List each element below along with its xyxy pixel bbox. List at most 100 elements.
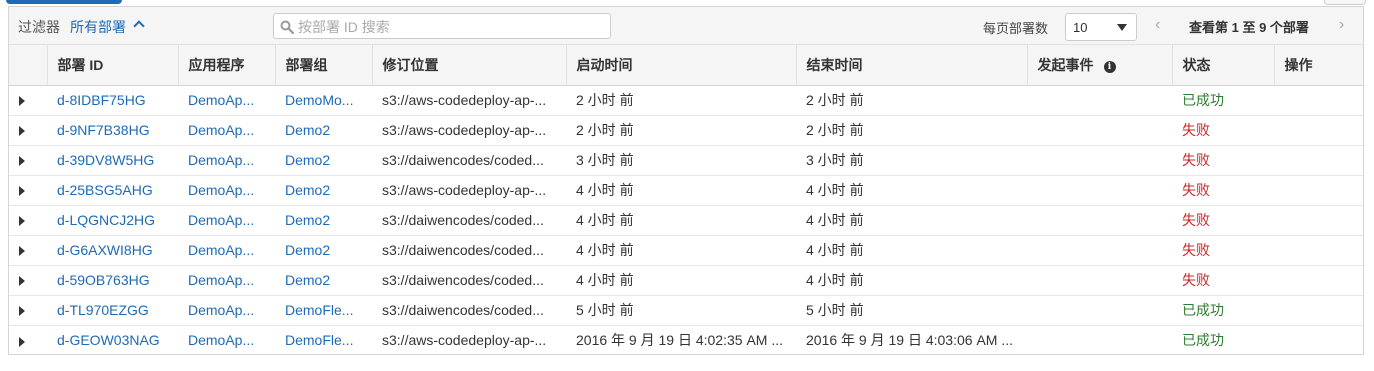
header-deployment-id[interactable]: 部署 ID — [47, 45, 179, 86]
deployment-id-link[interactable]: d-39DV8W5HG — [47, 145, 178, 176]
initiating-event — [1027, 265, 1172, 296]
chevron-up-icon[interactable] — [133, 20, 145, 32]
header-deployment-group[interactable]: 部署组 — [275, 45, 373, 86]
start-time: 5 小时 前 — [566, 295, 796, 326]
end-time: 4 小时 前 — [796, 205, 1027, 236]
revision-location: s3://aws-codedeploy-ap-... — [372, 85, 566, 116]
deployment-id-link[interactable]: d-G6AXWI8HG — [47, 235, 178, 266]
expand-cell[interactable] — [9, 115, 47, 146]
initiating-event — [1027, 175, 1172, 206]
end-time: 2016 年 9 月 19 日 4:03:06 AM ... — [806, 332, 1013, 349]
deployments-panel: 过滤器 所有部署 每页部署数 10 ‹ 查看第 1 至 9 个部署 › — [8, 6, 1364, 355]
info-icon[interactable]: i — [1103, 60, 1116, 73]
deployment-id-link[interactable]: d-8IDBF75HG — [47, 85, 178, 116]
application-link[interactable]: DemoAp... — [178, 205, 275, 236]
expand-cell[interactable] — [9, 205, 47, 236]
application-link[interactable]: DemoAp... — [178, 235, 275, 266]
status-badge: 已成功 — [1172, 85, 1274, 116]
deployment-group-link[interactable]: Demo2 — [275, 145, 372, 176]
deployment-group-link[interactable]: DemoFle... — [275, 325, 372, 355]
per-page-select[interactable]: 10 — [1065, 13, 1137, 41]
active-tab-indicator[interactable] — [6, 0, 122, 4]
application-link[interactable]: DemoAp... — [178, 175, 275, 206]
application-link[interactable]: DemoAp... — [178, 295, 275, 326]
expand-arrow-icon[interactable] — [19, 246, 25, 257]
deployment-group-link[interactable]: DemoFle... — [275, 295, 372, 326]
deployment-group-link[interactable]: Demo2 — [275, 175, 372, 206]
header-application[interactable]: 应用程序 — [178, 45, 276, 86]
search-input[interactable] — [296, 15, 610, 39]
expand-cell[interactable] — [9, 235, 47, 266]
header-initiating-event-label: 发起事件 — [1037, 56, 1094, 73]
header-end-time[interactable]: 结束时间 — [796, 45, 1028, 86]
per-page-value: 10 — [1073, 20, 1088, 35]
expand-arrow-icon[interactable] — [19, 306, 25, 317]
deployment-group-link[interactable]: Demo2 — [275, 205, 372, 236]
top-right-button[interactable] — [1324, 0, 1366, 5]
end-time: 4 小时 前 — [796, 175, 1027, 206]
end-time: 2 小时 前 — [796, 85, 1027, 116]
status-badge: 失败 — [1172, 265, 1274, 296]
expand-cell[interactable] — [9, 265, 47, 296]
application-link[interactable]: DemoAp... — [178, 85, 275, 116]
start-time: 3 小时 前 — [566, 145, 796, 176]
header-start-time[interactable]: 启动时间 — [566, 45, 797, 86]
deployment-id-link[interactable]: d-9NF7B38HG — [47, 115, 178, 146]
deployment-id-link[interactable]: d-LQGNCJ2HG — [47, 205, 178, 236]
header-status[interactable]: 状态 — [1172, 45, 1275, 86]
expand-arrow-icon[interactable] — [19, 276, 25, 287]
expand-cell[interactable] — [9, 295, 47, 326]
header-revision-location[interactable]: 修订位置 — [372, 45, 567, 86]
pager-next-button[interactable]: › — [1339, 16, 1344, 34]
filter-label: 过滤器 — [18, 19, 60, 35]
start-time: 2016 年 9 月 19 日 4:02:35 AM ... — [576, 332, 783, 349]
filter-dropdown[interactable]: 所有部署 — [70, 17, 126, 37]
end-time: 2 小时 前 — [796, 115, 1027, 146]
expand-cell[interactable] — [9, 85, 47, 116]
revision-location: s3://aws-codedeploy-ap-... — [382, 332, 547, 349]
status-badge: 失败 — [1172, 115, 1274, 146]
application-link[interactable]: DemoAp... — [178, 145, 275, 176]
expand-cell[interactable] — [9, 175, 47, 206]
header-expand — [9, 45, 48, 86]
header-initiating-event[interactable]: 发起事件 i — [1027, 45, 1173, 86]
expand-arrow-icon[interactable] — [19, 336, 25, 347]
expand-arrow-icon[interactable] — [19, 126, 25, 137]
start-time: 4 小时 前 — [566, 205, 796, 236]
start-time: 4 小时 前 — [566, 175, 796, 206]
deployment-id-link[interactable]: d-25BSG5AHG — [47, 175, 178, 206]
deployment-group-link[interactable]: DemoMo... — [275, 85, 372, 116]
expand-arrow-icon[interactable] — [19, 216, 25, 227]
deployment-id-link[interactable]: d-GEOW03NAG — [47, 325, 178, 355]
revision-location: s3://daiwencodes/coded... — [372, 295, 566, 326]
revision-location: s3://daiwencodes/coded... — [372, 145, 566, 176]
application-link[interactable]: DemoAp... — [178, 325, 275, 355]
status-badge: 失败 — [1172, 205, 1274, 236]
deployment-group-link[interactable]: Demo2 — [275, 115, 372, 146]
deployment-id-link[interactable]: d-59OB763HG — [47, 265, 178, 296]
end-time: 5 小时 前 — [796, 295, 1027, 326]
table-header-row: 部署 ID 应用程序 部署组 修订位置 启动时间 结束时间 发起事件 i 状态 操… — [9, 45, 1363, 86]
application-link[interactable]: DemoAp... — [178, 115, 275, 146]
expand-arrow-icon[interactable] — [19, 156, 25, 167]
initiating-event — [1027, 205, 1172, 236]
deployment-group-link[interactable]: Demo2 — [275, 265, 372, 296]
deployment-group-link[interactable]: Demo2 — [275, 235, 372, 266]
expand-arrow-icon[interactable] — [19, 96, 25, 107]
expand-arrow-icon[interactable] — [19, 186, 25, 197]
header-actions: 操作 — [1274, 45, 1363, 86]
actions-cell — [1274, 205, 1363, 236]
initiating-event — [1027, 235, 1172, 266]
deployment-id-link[interactable]: d-TL970EZGG — [47, 295, 178, 326]
revision-location: s3://aws-codedeploy-ap-... — [372, 175, 566, 206]
actions-cell — [1274, 265, 1363, 296]
application-link[interactable]: DemoAp... — [178, 265, 275, 296]
pager-prev-button[interactable]: ‹ — [1155, 16, 1160, 34]
initiating-event — [1027, 295, 1172, 326]
toolbar: 过滤器 所有部署 每页部署数 10 ‹ 查看第 1 至 9 个部署 › — [9, 7, 1363, 45]
expand-cell[interactable] — [9, 325, 47, 355]
expand-cell[interactable] — [9, 145, 47, 176]
end-time: 4 小时 前 — [796, 235, 1027, 266]
deployments-table: 部署 ID 应用程序 部署组 修订位置 启动时间 结束时间 发起事件 i 状态 操… — [9, 45, 1363, 355]
search-box[interactable] — [273, 13, 611, 39]
